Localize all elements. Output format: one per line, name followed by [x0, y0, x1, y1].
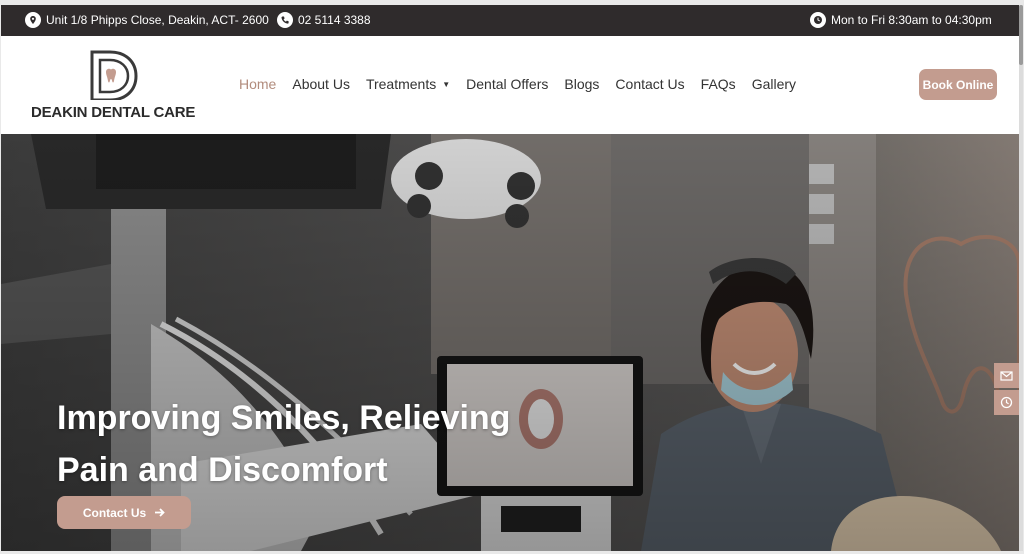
page-scrollbar[interactable]	[1019, 5, 1023, 551]
clock-icon	[810, 12, 826, 28]
top-info-bar: Unit 1/8 Phipps Close, Deakin, ACT- 2600…	[1, 5, 1019, 36]
nav-gallery-label: Gallery	[751, 76, 797, 92]
arrow-right-icon	[155, 508, 165, 517]
nav-treatments[interactable]: Treatments ▼	[366, 76, 450, 92]
logo-mark-icon	[90, 50, 138, 100]
nav-treatments-label: Treatments	[365, 76, 437, 92]
nav-about-us[interactable]: About Us	[292, 76, 350, 92]
hero-contact-button[interactable]: Contact Us	[57, 496, 191, 529]
hours-text: Mon to Fri 8:30am to 04:30pm	[831, 13, 992, 27]
chevron-down-icon: ▼	[442, 79, 451, 89]
phone-icon	[277, 12, 293, 28]
hero-section: Improving Smiles, Relieving Pain and Dis…	[1, 134, 1019, 551]
nav-faqs[interactable]: FAQs	[701, 76, 736, 92]
book-online-button[interactable]: Book Online	[919, 69, 997, 100]
hours-item: Mon to Fri 8:30am to 04:30pm	[810, 12, 992, 28]
hero-title: Improving Smiles, Relieving Pain and Dis…	[57, 392, 537, 496]
side-tab-mail[interactable]	[994, 363, 1019, 388]
nav-contact-us[interactable]: Contact Us	[615, 76, 684, 92]
mail-icon	[1000, 371, 1013, 381]
address-item[interactable]: Unit 1/8 Phipps Close, Deakin, ACT- 2600	[25, 12, 269, 28]
nav-contact-label: Contact Us	[615, 76, 685, 92]
address-text: Unit 1/8 Phipps Close, Deakin, ACT- 2600	[46, 13, 269, 27]
site-header: DEAKIN DENTAL CARE Home About Us Treatme…	[1, 36, 1019, 135]
hero-title-line2: Pain and Discomfort	[57, 451, 388, 489]
floating-side-tabs	[994, 363, 1019, 417]
side-tab-clock[interactable]	[994, 390, 1019, 415]
page-frame: Unit 1/8 Phipps Close, Deakin, ACT- 2600…	[1, 5, 1019, 551]
nav-faqs-label: FAQs	[700, 76, 736, 92]
nav-about-label: About Us	[292, 76, 350, 92]
main-nav: Home About Us Treatments ▼ Dental Offers …	[239, 76, 812, 92]
nav-dental-offers[interactable]: Dental Offers	[466, 76, 548, 92]
site-logo[interactable]: DEAKIN DENTAL CARE	[31, 46, 201, 126]
hero-title-line1: Improving Smiles, Relieving	[57, 399, 511, 437]
nav-blogs-label: Blogs	[564, 76, 600, 92]
location-icon	[25, 12, 41, 28]
phone-text: 02 5114 3388	[298, 13, 371, 27]
nav-home-label: Home	[239, 76, 277, 92]
nav-blogs[interactable]: Blogs	[564, 76, 599, 92]
scrollbar-thumb[interactable]	[1019, 5, 1023, 65]
phone-item[interactable]: 02 5114 3388	[277, 12, 371, 28]
clock-icon	[1000, 396, 1013, 409]
nav-offers-label: Dental Offers	[466, 76, 549, 92]
nav-gallery[interactable]: Gallery	[752, 76, 796, 92]
logo-text: DEAKIN DENTAL CARE	[31, 104, 196, 121]
nav-home[interactable]: Home	[239, 76, 276, 92]
hero-contact-label: Contact Us	[82, 505, 147, 520]
